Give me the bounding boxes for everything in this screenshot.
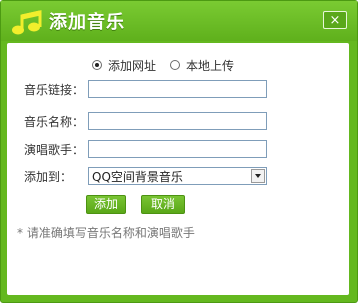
hint-text: * 请准确填写音乐名称和演唱歌手 — [17, 226, 195, 240]
cancel-button[interactable]: 取消 — [141, 195, 185, 214]
singer-label: 演唱歌手： — [24, 142, 85, 157]
radio-local-upload-label: 本地上传 — [186, 58, 235, 73]
link-row: 音乐链接： — [24, 79, 267, 99]
link-input[interactable] — [88, 80, 267, 98]
radio-add-url[interactable]: 添加网址 — [92, 57, 156, 74]
target-select-value: QQ空间背景音乐 — [92, 169, 183, 184]
chevron-down-icon[interactable] — [251, 169, 265, 183]
add-music-dialog: 添加音乐 × 添加网址 本地上传 音乐链接： 音乐名称： 演唱歌手： 添加到： … — [0, 0, 358, 303]
title-bar: 添加音乐 × — [1, 1, 357, 41]
close-button[interactable]: × — [323, 11, 347, 29]
name-input[interactable] — [88, 112, 267, 130]
target-row: 添加到： QQ空间背景音乐 — [24, 166, 267, 186]
source-radio-group: 添加网址 本地上传 — [92, 57, 248, 73]
name-label: 音乐名称： — [24, 114, 85, 129]
target-select[interactable]: QQ空间背景音乐 — [88, 167, 267, 185]
music-note-icon — [12, 10, 42, 35]
name-row: 音乐名称： — [24, 111, 267, 131]
dialog-title: 添加音乐 — [49, 12, 125, 33]
radio-add-url-label: 添加网址 — [108, 58, 157, 73]
target-label: 添加到： — [24, 169, 73, 184]
radio-selected-icon — [92, 60, 102, 70]
add-button[interactable]: 添加 — [86, 195, 126, 214]
close-icon: × — [329, 13, 341, 28]
dialog-body: 添加网址 本地上传 音乐链接： 音乐名称： 演唱歌手： 添加到： QQ空间背景音… — [7, 43, 349, 295]
singer-row: 演唱歌手： — [24, 139, 267, 159]
singer-input[interactable] — [88, 140, 267, 158]
link-label: 音乐链接： — [24, 82, 85, 97]
radio-unselected-icon — [170, 60, 181, 70]
radio-local-upload[interactable]: 本地上传 — [170, 57, 234, 74]
